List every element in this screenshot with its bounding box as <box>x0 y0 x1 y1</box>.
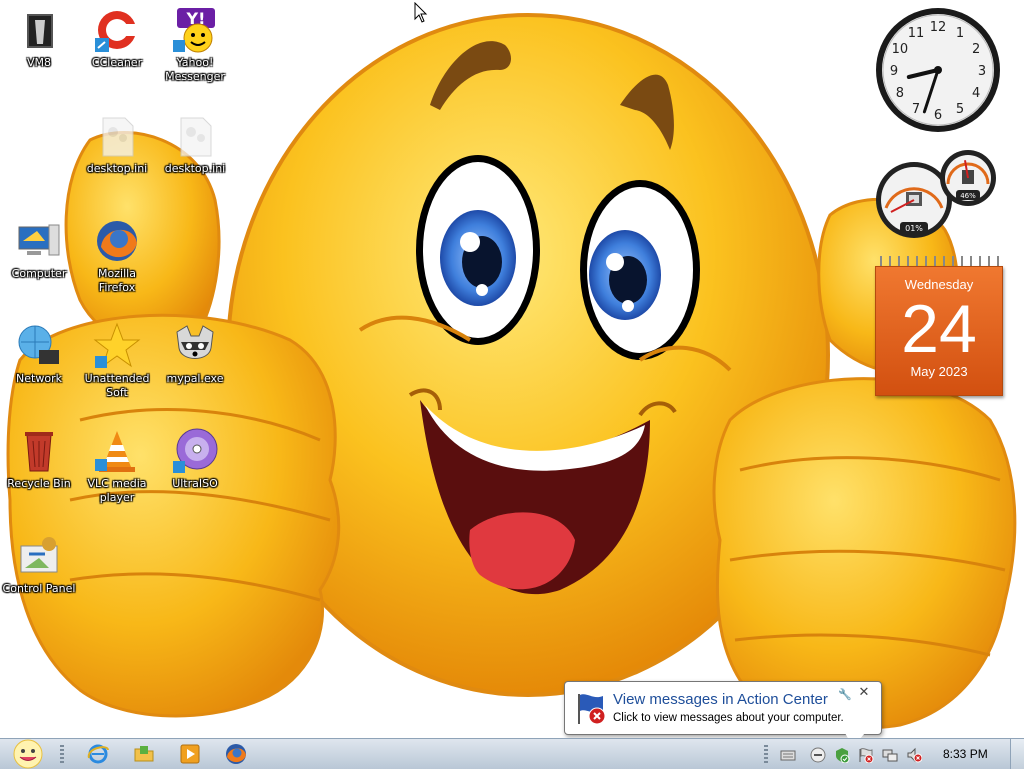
firefox-icon[interactable] <box>224 742 248 766</box>
cpu-label: 01% <box>905 224 923 233</box>
desktop-icon-label: Mozilla Firefox <box>98 267 136 294</box>
desktop-icon-yahoo-messenger[interactable]: Y! Yahoo! Messenger <box>156 6 234 84</box>
calendar-gadget[interactable]: Wednesday 24 May 2023 <box>875 256 1003 396</box>
network-status-icon[interactable] <box>882 747 898 763</box>
explorer-icon[interactable] <box>132 742 156 766</box>
desktop-icon-desktop-ini-1[interactable]: desktop.ini <box>78 112 156 176</box>
desktop-icon-label: desktop.ini <box>164 162 226 175</box>
desktop-icon-vlc[interactable]: VLC media player <box>78 427 156 505</box>
clock-numeral: 4 <box>972 86 980 101</box>
cpu-meter-gadget[interactable]: 01% 46% <box>872 148 1002 240</box>
desktop-icon-label: CCleaner <box>91 56 143 69</box>
calendar-weekday: Wednesday <box>904 277 974 292</box>
tray-grip[interactable] <box>764 745 768 763</box>
notification-title: View messages in Action Center <box>613 691 828 708</box>
ccleaner-icon <box>95 11 137 52</box>
clock-gadget[interactable]: 12 12 3 45678 9 1011 <box>874 6 1002 134</box>
close-icon[interactable]: ✕ <box>856 685 872 701</box>
desktop-icon-label: desktop.ini <box>86 162 148 175</box>
action-center-icon[interactable] <box>858 747 874 763</box>
clock-numeral: 3 <box>978 64 986 79</box>
settings-file-icon <box>180 117 212 157</box>
show-desktop-button[interactable] <box>1010 739 1024 769</box>
taskbar-grip[interactable] <box>60 745 64 763</box>
media-player-icon[interactable] <box>178 742 202 766</box>
taskbar-clock[interactable]: 8:33 PM <box>943 747 988 761</box>
taskbar: 8:33 PM <box>0 738 1024 769</box>
desktop-icon-label: Yahoo! Messenger <box>165 56 225 83</box>
ram-label: 46% <box>960 192 976 200</box>
action-center-flag-icon <box>578 694 606 725</box>
calendar-day: 24 <box>901 291 977 367</box>
desktop-icon-desktop-ini-2[interactable]: desktop.ini <box>156 112 234 176</box>
desktop-icon-mypal[interactable]: mypal.exe <box>156 322 234 386</box>
clock-numeral: 8 <box>896 86 904 101</box>
clock-numeral: 6 <box>934 108 942 123</box>
vlc-cone-icon <box>95 431 135 472</box>
clock-numeral: 10 <box>892 42 909 57</box>
raccoon-icon <box>176 325 214 359</box>
desktop-icon-ccleaner[interactable]: CCleaner <box>78 6 156 70</box>
star-icon <box>93 322 141 368</box>
computer-icon <box>18 224 60 256</box>
notification-text: Click to view messages about your comput… <box>613 712 844 724</box>
desktop-icon-label: Recycle Bin <box>7 477 71 490</box>
calendar-month-year: May 2023 <box>910 364 968 379</box>
desktop-icon-control-panel[interactable]: Control Panel <box>0 532 78 596</box>
desktop-icon-label: Network <box>16 372 62 385</box>
clock-numeral: 9 <box>890 64 898 79</box>
settings-file-icon <box>102 117 134 157</box>
desktop-icon-label: Unattended Soft <box>84 372 150 399</box>
desktop-icon-firefox[interactable]: Mozilla Firefox <box>78 217 156 295</box>
volume-muted-icon[interactable] <box>906 747 922 763</box>
messenger-icon[interactable] <box>810 747 826 763</box>
desktop-icon-vm8[interactable]: VM8 <box>0 6 78 70</box>
disc-icon <box>173 428 218 473</box>
control-panel-icon <box>20 537 58 573</box>
keyboard-icon[interactable] <box>780 747 796 763</box>
desktop-icon-label: VLC media player <box>87 477 147 504</box>
start-button[interactable] <box>8 739 48 769</box>
desktop-icon-label: UltraISO <box>172 477 218 490</box>
desktop-icon-label: Control Panel <box>2 582 76 595</box>
action-center-notification[interactable]: View messages in Action Center Click to … <box>564 681 882 747</box>
clock-numeral: 7 <box>912 102 920 117</box>
desktop-icon-label: mypal.exe <box>166 372 224 385</box>
desktop-icon-network[interactable]: Network <box>0 322 78 386</box>
desktop-icon-ultraiso[interactable]: UltraISO <box>156 427 234 491</box>
desktop-icon-computer[interactable]: Computer <box>0 217 78 281</box>
desktop-icon-label: Computer <box>11 267 67 280</box>
network-icon <box>18 325 59 364</box>
security-icon[interactable] <box>834 747 850 763</box>
yahoo-messenger-icon: Y! <box>173 8 215 53</box>
desktop-icon-unattended-soft[interactable]: Unattended Soft <box>78 322 156 400</box>
vm8-icon <box>27 14 53 48</box>
wrench-icon[interactable]: 🔧 <box>838 688 852 701</box>
clock-numeral: 11 <box>908 26 925 41</box>
clock-numeral: 12 <box>930 20 947 35</box>
clock-numeral: 5 <box>956 102 964 117</box>
firefox-icon <box>97 221 137 261</box>
ie-icon[interactable] <box>86 742 110 766</box>
desktop-icon-label: VM8 <box>26 56 51 69</box>
clock-numeral: 1 <box>956 26 964 41</box>
mouse-pointer-icon <box>414 2 428 23</box>
clock-numeral: 2 <box>972 42 980 57</box>
desktop-icon-recycle-bin[interactable]: Recycle Bin <box>0 427 78 491</box>
recycle-bin-icon <box>25 432 53 472</box>
